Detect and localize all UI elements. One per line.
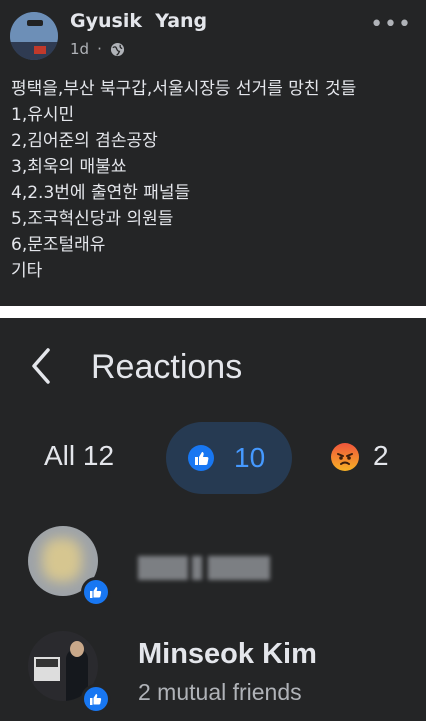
post-line: 4,2.3번에 출연한 패널들 <box>11 183 191 203</box>
reactions-panel: Reactions All 12 10 2 Minseok Kim 2 mutu… <box>0 318 426 721</box>
avatar-blurred <box>42 538 82 582</box>
post-line: 6,문조털래유 <box>11 235 106 255</box>
avatar-flag <box>34 46 46 54</box>
angry-count[interactable]: 2 <box>373 440 389 472</box>
tab-like[interactable]: 10 <box>166 422 292 494</box>
avatar-face <box>70 641 84 657</box>
author-name[interactable]: Gyusik Yang <box>70 10 207 32</box>
post-line: 3,최욱의 매불쑈 <box>11 157 127 177</box>
back-chevron-icon[interactable] <box>28 346 54 386</box>
post-card: Gyusik Yang 1d · ••• 평택을,부산 북구갑,서울시장등 선거… <box>0 0 426 306</box>
avatar-sign-text <box>36 659 58 667</box>
post-time[interactable]: 1d <box>70 40 89 58</box>
divider <box>0 306 426 318</box>
post-line: 기타 <box>11 261 43 281</box>
post-meta: 1d · <box>70 40 125 58</box>
post-line: 평택을,부산 북구갑,서울시장등 선거를 망친 것들 <box>11 79 357 99</box>
like-badge-icon <box>81 577 111 607</box>
angry-icon[interactable] <box>331 443 359 471</box>
globe-icon <box>110 42 124 56</box>
like-badge-icon <box>81 684 111 714</box>
post-line: 1,유시민 <box>11 105 75 125</box>
mutual-friends: 2 mutual friends <box>138 679 302 705</box>
author-avatar[interactable] <box>10 12 58 60</box>
person-name-blurred[interactable] <box>138 550 283 584</box>
tab-all[interactable]: All 12 <box>44 440 114 472</box>
post-line: 5,조국혁신당과 의원들 <box>11 209 174 229</box>
like-count: 10 <box>234 442 266 473</box>
avatar-sky <box>10 12 58 42</box>
reactions-title: Reactions <box>91 348 243 386</box>
person-name[interactable]: Minseok Kim <box>138 638 317 671</box>
like-icon <box>188 445 214 471</box>
post-line: 2,김어준의 겸손공장 <box>11 131 158 151</box>
post-body: 평택을,부산 북구갑,서울시장등 선거를 망친 것들 1,유시민 2,김어준의 … <box>11 76 421 284</box>
more-options-icon[interactable]: ••• <box>370 14 412 36</box>
avatar-drone <box>27 20 43 26</box>
